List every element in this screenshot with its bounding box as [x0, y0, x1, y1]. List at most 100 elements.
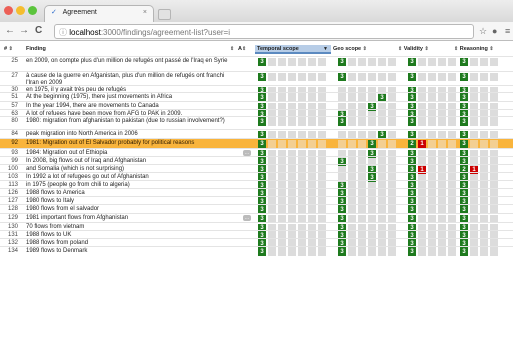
validity-empty-cell[interactable] [438, 73, 446, 81]
back-button[interactable]: ← [5, 25, 15, 37]
reasoning-empty-cell[interactable] [480, 58, 488, 66]
header-temporal-scope[interactable]: Temporal scope ▼ [255, 45, 331, 54]
temporal-score[interactable]: 3 [258, 140, 266, 148]
temporal-empty-cell[interactable] [278, 73, 286, 81]
new-tab-button[interactable] [158, 9, 171, 20]
validity-empty-cell[interactable] [438, 140, 446, 148]
validity-empty-cell[interactable] [438, 248, 446, 256]
table-row[interactable]: 127 1980 flows to Italy 3 3 3 3 [0, 196, 513, 206]
temporal-empty-cell[interactable] [268, 118, 276, 126]
geo-empty-cell[interactable] [358, 58, 366, 66]
reasoning-empty-cell[interactable] [470, 73, 478, 81]
geo-empty-cell[interactable] [388, 73, 396, 81]
reasoning-empty-cell[interactable] [490, 140, 498, 148]
reasoning-empty-cell[interactable] [480, 248, 488, 256]
menu-icon[interactable]: ≡ [505, 26, 510, 36]
reasoning-empty-cell[interactable] [490, 248, 498, 256]
forward-button[interactable]: → [19, 25, 29, 37]
geo-score[interactable]: 3 [338, 73, 346, 81]
header-validity[interactable]: ⇕ Validity ⇕ [398, 45, 429, 54]
table-row[interactable]: 100 and Somalia (which is not surprising)… [0, 164, 513, 174]
temporal-empty-cell[interactable] [278, 140, 286, 148]
reasoning-score[interactable]: 3 [460, 118, 468, 126]
reasoning-empty-cell[interactable] [470, 140, 478, 148]
temporal-empty-cell[interactable] [308, 73, 316, 81]
temporal-empty-cell[interactable] [318, 58, 326, 66]
validity-empty-cell[interactable] [418, 118, 426, 126]
temporal-empty-cell[interactable] [278, 58, 286, 66]
geo-empty-cell[interactable] [378, 140, 386, 148]
minimize-window-icon[interactable] [16, 6, 25, 15]
validity-empty-cell[interactable] [438, 118, 446, 126]
table-row[interactable]: 99 In 2008, big flows out of Iraq and Afg… [0, 156, 513, 166]
table-row[interactable]: 27 à cause de la guerre en Afganistan, pl… [0, 71, 513, 86]
temporal-score[interactable]: 3 [258, 73, 266, 81]
temporal-empty-cell[interactable] [298, 58, 306, 66]
geo-empty-cell[interactable] [348, 73, 356, 81]
header-geo-scope[interactable]: Geo scope ⇕ [333, 45, 367, 54]
validity-empty-cell[interactable] [428, 140, 436, 148]
temporal-empty-cell[interactable] [288, 73, 296, 81]
temporal-empty-cell[interactable] [318, 118, 326, 126]
validity-empty-cell[interactable] [418, 58, 426, 66]
bookmark-star-icon[interactable]: ☆ [479, 26, 487, 37]
geo-score[interactable]: 3 [338, 248, 346, 256]
temporal-score[interactable]: 3 [258, 118, 266, 126]
header-finding[interactable]: Finding [26, 45, 46, 54]
geo-empty-cell[interactable] [388, 140, 396, 148]
temporal-empty-cell[interactable] [318, 140, 326, 148]
temporal-empty-cell[interactable] [308, 248, 316, 256]
geo-empty-cell[interactable] [348, 140, 356, 148]
geo-score[interactable]: 3 [338, 118, 346, 126]
browser-tab[interactable]: ✓ Agreement × [44, 5, 154, 22]
geo-empty-cell[interactable] [378, 58, 386, 66]
reasoning-empty-cell[interactable] [490, 118, 498, 126]
table-row[interactable]: 126 1988 flows to America 3 3 3 3 [0, 188, 513, 198]
temporal-empty-cell[interactable] [308, 118, 316, 126]
validity-empty-cell[interactable] [448, 58, 456, 66]
table-row[interactable]: 25 en 2009, on compte plus d'un million d… [0, 56, 513, 71]
geo-score[interactable]: 3 [338, 58, 346, 66]
temporal-empty-cell[interactable] [318, 248, 326, 256]
temporal-empty-cell[interactable] [298, 140, 306, 148]
geo-empty-cell[interactable] [348, 58, 356, 66]
header-id[interactable]: # ⇕ [4, 45, 13, 54]
validity-empty-cell[interactable] [418, 248, 426, 256]
validity-empty-cell[interactable] [448, 248, 456, 256]
table-row[interactable]: 57 In the year 1994, there are movements … [0, 101, 513, 111]
temporal-empty-cell[interactable] [308, 58, 316, 66]
temporal-empty-cell[interactable] [278, 118, 286, 126]
table-row[interactable]: 129 1981 important flows from Afghanistan… [0, 213, 513, 223]
temporal-score[interactable]: 3 [258, 58, 266, 66]
reasoning-empty-cell[interactable] [490, 58, 498, 66]
geo-empty-cell[interactable] [368, 118, 376, 126]
reasoning-score[interactable]: 3 [460, 248, 468, 256]
geo-empty-cell[interactable] [358, 73, 366, 81]
table-row[interactable]: 63 A lot of refuees have been move from A… [0, 109, 513, 119]
geo-empty-cell[interactable] [388, 118, 396, 126]
reasoning-empty-cell[interactable] [470, 58, 478, 66]
header-reasoning[interactable]: ⇕ Reasoning ⇕ [454, 45, 494, 54]
table-row[interactable]: 134 1989 flows to Denmark 3 3 3 3 [0, 246, 513, 256]
temporal-empty-cell[interactable] [278, 248, 286, 256]
tab-close-icon[interactable]: × [143, 9, 147, 16]
reasoning-empty-cell[interactable] [480, 73, 488, 81]
geo-empty-cell[interactable] [388, 248, 396, 256]
geo-empty-cell[interactable] [348, 118, 356, 126]
geo-empty-cell[interactable] [358, 118, 366, 126]
table-row[interactable]: 93 1984: Migration out of Ethiopia... 3 3 3 3 [0, 148, 513, 158]
temporal-empty-cell[interactable] [288, 58, 296, 66]
validity-score[interactable]: 3 [408, 73, 416, 81]
geo-empty-cell[interactable] [358, 248, 366, 256]
temporal-empty-cell[interactable] [298, 73, 306, 81]
maximize-window-icon[interactable] [28, 6, 37, 15]
validity-empty-cell[interactable] [448, 140, 456, 148]
temporal-empty-cell[interactable] [268, 73, 276, 81]
close-window-icon[interactable] [4, 6, 13, 15]
validity-empty-cell[interactable] [438, 58, 446, 66]
validity-empty-cell[interactable] [428, 73, 436, 81]
validity-empty-cell[interactable] [428, 248, 436, 256]
validity-empty-cell[interactable] [428, 118, 436, 126]
validity-empty-cell[interactable] [448, 118, 456, 126]
temporal-empty-cell[interactable] [298, 248, 306, 256]
